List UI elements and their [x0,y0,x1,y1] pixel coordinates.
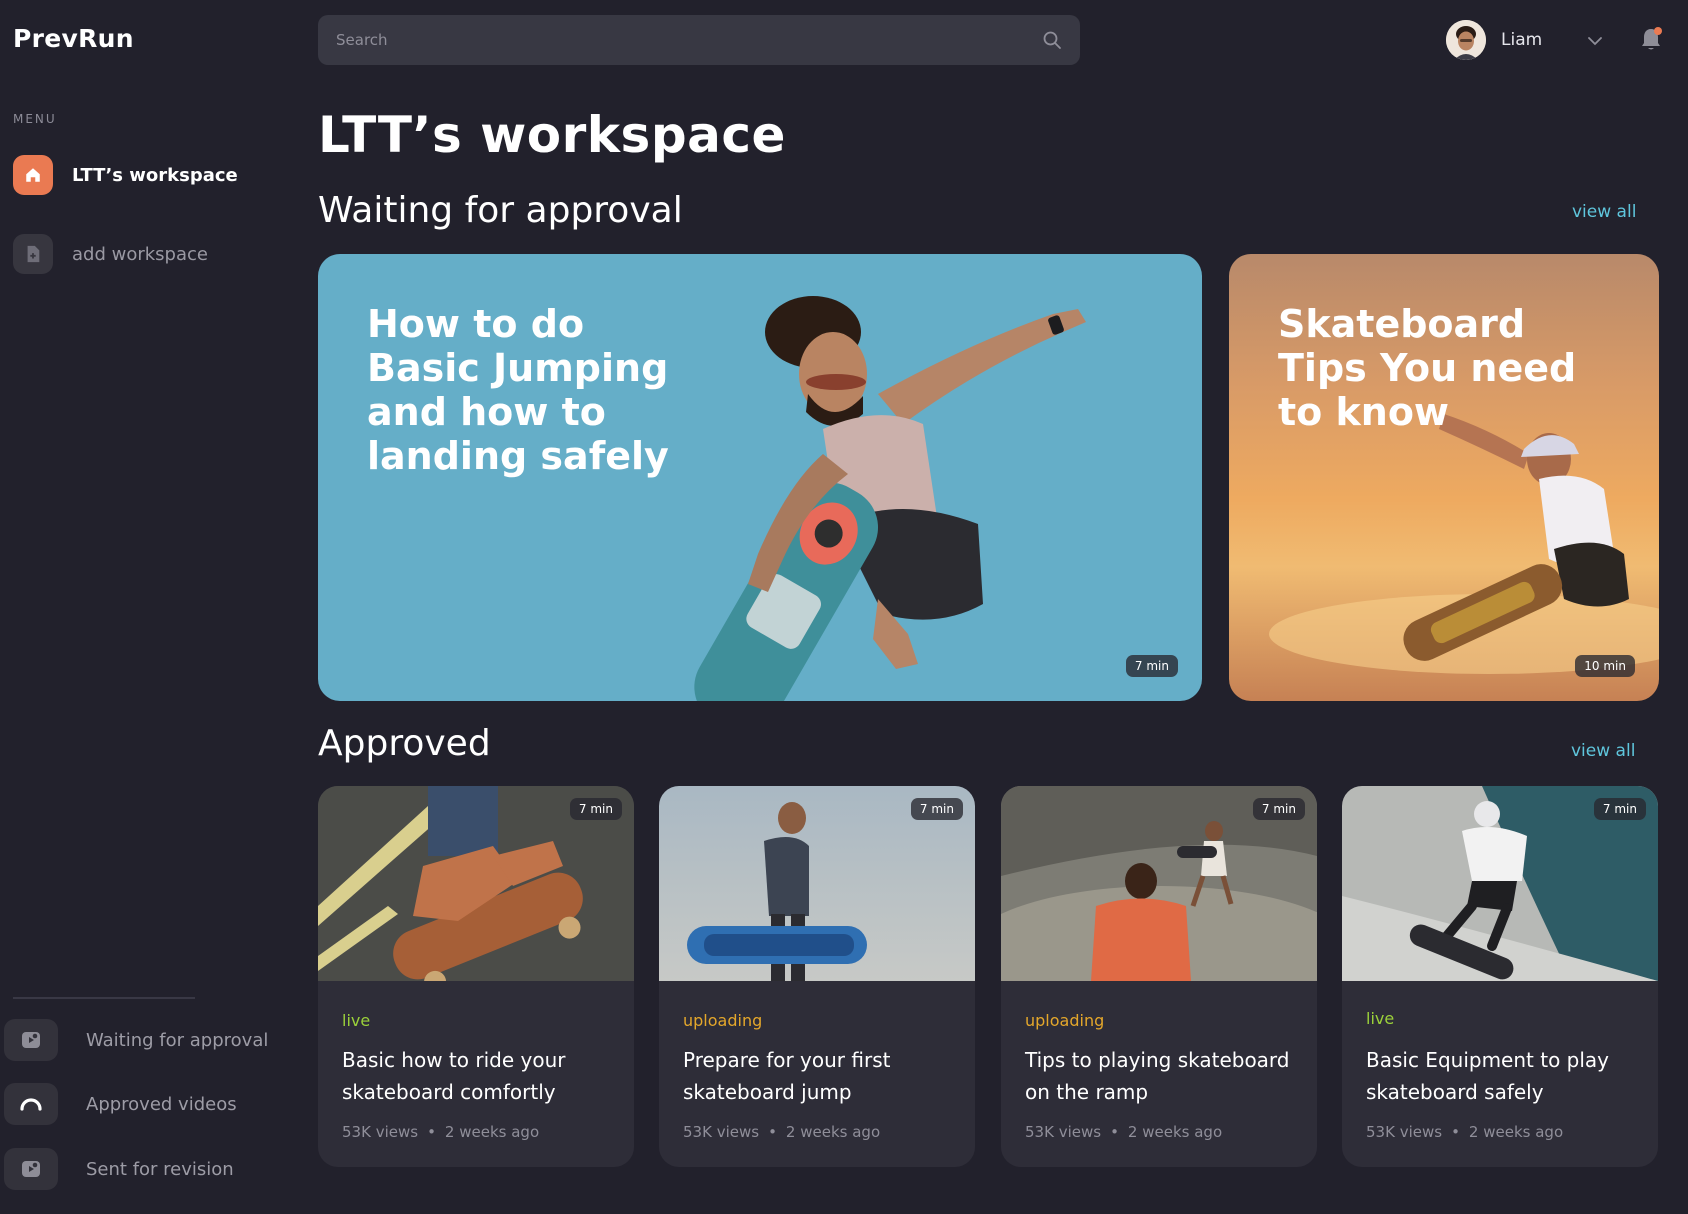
view-count: 53K views [683,1123,760,1141]
duration-badge: 7 min [1252,798,1305,820]
sidebar-item-sent-for-revision[interactable]: Sent for revision [4,1148,234,1190]
menu-caption: MENU [13,112,57,126]
notification-dot [1654,27,1662,35]
view-count: 53K views [342,1123,419,1141]
approved-icon [4,1083,58,1125]
status-badge: live [342,1011,371,1030]
video-meta: 53K views • 2 weeks ago [1025,1123,1222,1141]
duration-badge: 7 min [1593,798,1646,820]
video-title[interactable]: Tips to playing skateboard on the ramp [1025,1044,1305,1108]
secondary-video-title[interactable]: Skateboard Tips You need to know [1278,302,1578,434]
add-document-icon [13,234,53,274]
status-badge: live [1366,1009,1395,1028]
sidebar-item-label: Sent for revision [86,1158,234,1180]
sidebar-item-approved-videos[interactable]: Approved videos [4,1083,237,1125]
notification-bell-icon[interactable] [1639,26,1663,56]
duration-badge: 7 min [569,798,622,820]
search-icon[interactable] [1042,30,1062,50]
video-title[interactable]: Basic how to ride your skateboard comfor… [342,1044,622,1108]
sidebar-item-add-workspace[interactable]: add workspace [13,234,208,274]
status-badge: uploading [1025,1011,1105,1030]
avatar[interactable] [1446,20,1486,60]
featured-video-title[interactable]: How to do Basic Jumping and how to landi… [367,302,697,478]
upload-age: 2 weeks ago [785,1123,881,1141]
pending-video-icon [4,1019,58,1061]
video-title[interactable]: Basic Equipment to play skateboard safel… [1366,1044,1646,1108]
video-title[interactable]: Prepare for your first skateboard jump [683,1044,963,1108]
view-all-waiting-link[interactable]: view all [1572,202,1636,222]
separator-dot: • [427,1123,436,1141]
sidebar-item-waiting-for-approval[interactable]: Waiting for approval [4,1019,268,1061]
sidebar-item-label: LTT’s workspace [72,164,238,186]
video-card[interactable]: 7 min uploading Prepare for your first s… [659,786,975,1167]
video-card[interactable]: 7 min live Basic Equipment to play skate… [1342,786,1658,1167]
video-card-featured[interactable]: How to do Basic Jumping and how to landi… [318,254,1202,701]
view-all-approved-link[interactable]: view all [1571,741,1635,761]
status-badge: uploading [683,1011,763,1030]
page-title: LTT’s workspace [318,106,786,164]
view-count: 53K views [1025,1123,1102,1141]
separator-dot: • [1451,1123,1460,1141]
sidebar-item-label: Approved videos [86,1093,237,1115]
upload-age: 2 weeks ago [1127,1123,1223,1141]
upload-age: 2 weeks ago [444,1123,540,1141]
section-title-approved: Approved [318,723,491,764]
separator-dot: • [768,1123,777,1141]
user-menu[interactable]: Liam [1446,20,1603,60]
duration-badge: 7 min [1125,655,1178,677]
sidebar-divider [13,997,195,999]
sidebar-item-label: add workspace [72,243,208,265]
duration-badge: 10 min [1575,655,1635,677]
sidebar-item-label: Waiting for approval [86,1029,269,1051]
video-card-secondary[interactable]: Skateboard Tips You need to know 10 min [1229,254,1659,701]
sidebar-item-ltt-workspace[interactable]: LTT’s workspace [13,155,238,195]
section-title-waiting: Waiting for approval [318,190,683,231]
upload-age: 2 weeks ago [1468,1123,1564,1141]
video-meta: 53K views • 2 weeks ago [683,1123,880,1141]
video-card[interactable]: 7 min live Basic how to ride your skateb… [318,786,634,1167]
video-meta: 53K views • 2 weeks ago [342,1123,539,1141]
view-count: 53K views [1366,1123,1443,1141]
search-input[interactable] [336,31,1042,49]
video-meta: 53K views • 2 weeks ago [1366,1123,1563,1141]
video-card[interactable]: 7 min uploading Tips to playing skateboa… [1001,786,1317,1167]
duration-badge: 7 min [910,798,963,820]
search-bar [318,15,1080,65]
revision-icon [4,1148,58,1190]
separator-dot: • [1110,1123,1119,1141]
app-logo[interactable]: PrevRun [13,24,134,53]
chevron-down-icon[interactable] [1588,31,1603,50]
user-name: Liam [1501,30,1543,50]
home-icon [13,155,53,195]
